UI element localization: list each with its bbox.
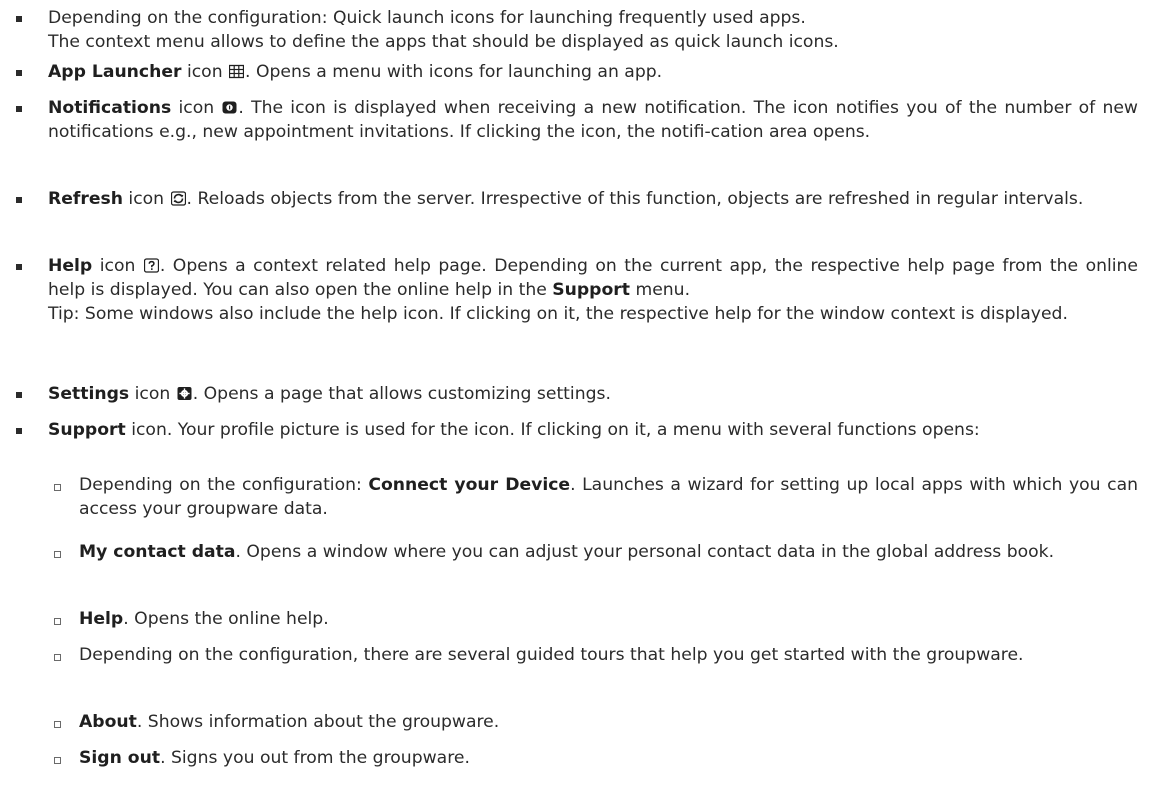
- text: . Opens the online help.: [123, 609, 329, 629]
- notifications-badge-icon: [222, 100, 237, 115]
- line: Depending on the configuration: Quick la…: [48, 8, 806, 28]
- text: Depending on the configuration, there ar…: [79, 645, 1024, 665]
- bullet-marker: [16, 70, 22, 76]
- sub-bullet-marker: [54, 618, 61, 625]
- sub-item-title: Connect your Device: [368, 475, 571, 495]
- sub-item-about: About. Shows information about the group…: [79, 710, 1138, 734]
- sub-item-sign-out: Sign out. Signs you out from the groupwa…: [79, 746, 1138, 770]
- text: icon. Your profile picture is used for t…: [125, 420, 980, 440]
- text: . Opens a menu with icons for launching …: [245, 62, 663, 82]
- sub-bullet-marker: [54, 757, 61, 764]
- text: icon: [92, 256, 143, 276]
- sub-item-contact-data: My contact data. Opens a window where yo…: [79, 540, 1138, 564]
- bullet-marker: [16, 16, 22, 22]
- sub-item-title: My contact data: [79, 542, 236, 562]
- bullet-marker: [16, 264, 22, 270]
- list-item-notifications: Notifications icon . The icon is display…: [48, 96, 1138, 144]
- text: . Shows information about the groupware.: [136, 712, 500, 732]
- item-title: Help: [48, 256, 93, 276]
- bullet-marker: [16, 197, 22, 203]
- sub-item-title: Sign out: [79, 748, 161, 768]
- text: . Signs you out from the groupware.: [160, 748, 470, 768]
- refresh-icon: [170, 191, 186, 206]
- item-title: Notifications: [48, 98, 172, 118]
- help-question-icon: [143, 258, 159, 273]
- text: icon: [122, 189, 170, 209]
- line: The context menu allows to define the ap…: [48, 32, 839, 52]
- bullet-marker: [16, 106, 22, 112]
- bullet-marker: [16, 428, 22, 434]
- sub-bullet-marker: [54, 721, 61, 728]
- item-title: App Launcher: [48, 62, 182, 82]
- settings-gear-icon: [177, 386, 192, 401]
- item-title: Support: [48, 420, 126, 440]
- text: icon: [181, 62, 229, 82]
- sub-item-help: Help. Opens the online help.: [79, 607, 1138, 631]
- item-title: Refresh: [48, 189, 123, 209]
- document-page: Depending on the configuration: Quick la…: [0, 0, 1156, 786]
- list-item-help: Help icon . Opens a context related help…: [48, 254, 1138, 326]
- list-item-settings: Settings icon . Opens a page that allows…: [48, 382, 1138, 406]
- sub-bullet-marker: [54, 551, 61, 558]
- sub-item-guided-tours: Depending on the configuration, there ar…: [79, 643, 1138, 667]
- item-title: Settings: [48, 384, 130, 404]
- list-item-refresh: Refresh icon . Reloads objects from the …: [48, 187, 1138, 211]
- text: . Opens a page that allows customizing s…: [192, 384, 611, 404]
- tip-text: Tip: Some windows also include the help …: [48, 304, 1068, 324]
- text: . Reloads objects from the server. Irres…: [186, 189, 1084, 209]
- text: Depending on the configuration:: [79, 475, 369, 495]
- sub-item-title: Help: [79, 609, 124, 629]
- support-menu-ref: Support: [552, 280, 630, 300]
- text: icon: [129, 384, 176, 404]
- text: . Opens a window where you can adjust yo…: [235, 542, 1055, 562]
- list-item-app-launcher: App Launcher icon . Opens a menu with ic…: [48, 60, 1138, 84]
- sub-item-title: About: [79, 712, 137, 732]
- app-launcher-grid-icon: [229, 64, 245, 79]
- sub-bullet-marker: [54, 484, 61, 491]
- bullet-marker: [16, 392, 22, 398]
- text: menu.: [630, 280, 691, 300]
- sub-item-connect-device: Depending on the configuration: Connect …: [79, 473, 1138, 521]
- sub-bullet-marker: [54, 654, 61, 661]
- text: icon: [171, 98, 222, 118]
- list-item-quick-launch: Depending on the configuration: Quick la…: [48, 6, 1138, 54]
- list-item-support: Support icon. Your profile picture is us…: [48, 418, 1138, 442]
